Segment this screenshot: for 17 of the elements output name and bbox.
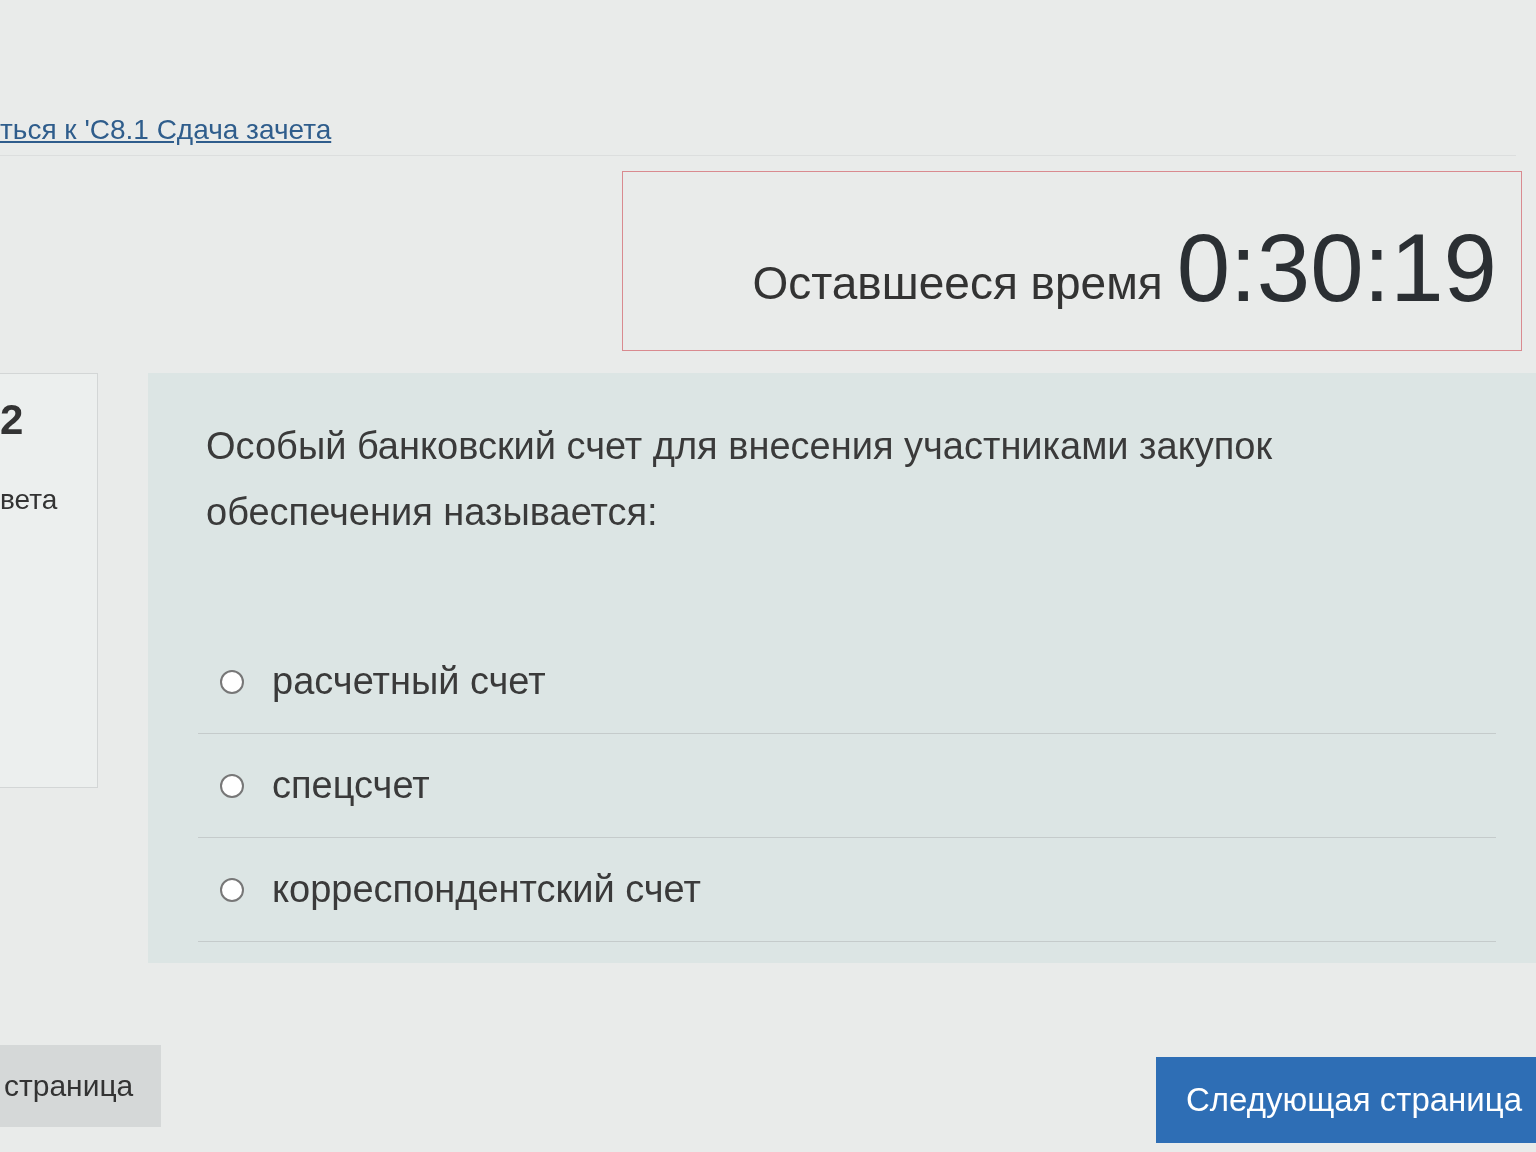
radio-button[interactable] (220, 669, 244, 694)
next-page-button[interactable]: Следующая страница (1156, 1057, 1536, 1143)
radio-button[interactable] (220, 877, 244, 902)
radio-button[interactable] (220, 773, 244, 798)
answer-option[interactable]: спецсчет (198, 734, 1496, 838)
option-label: расчетный счет (272, 660, 546, 703)
question-status: вета (0, 484, 59, 516)
option-label: корреспондентский счет (272, 868, 701, 911)
previous-page-button[interactable]: страница (0, 1045, 162, 1127)
question-text: Особый банковский счет для внесения участниками закупок обеспечения называется: (206, 424, 1274, 535)
question-number: 2 (0, 396, 25, 444)
timer-label: Оставшееся время (752, 256, 1163, 310)
answer-option[interactable]: расчетный счет (198, 630, 1496, 734)
option-label: спецсчет (272, 764, 430, 807)
timer-value: 0:30:19 (1176, 220, 1497, 316)
back-link[interactable]: ться к 'С8.1 Сдача зачета (0, 114, 332, 146)
answer-option[interactable]: корреспондентский счет (198, 838, 1496, 942)
